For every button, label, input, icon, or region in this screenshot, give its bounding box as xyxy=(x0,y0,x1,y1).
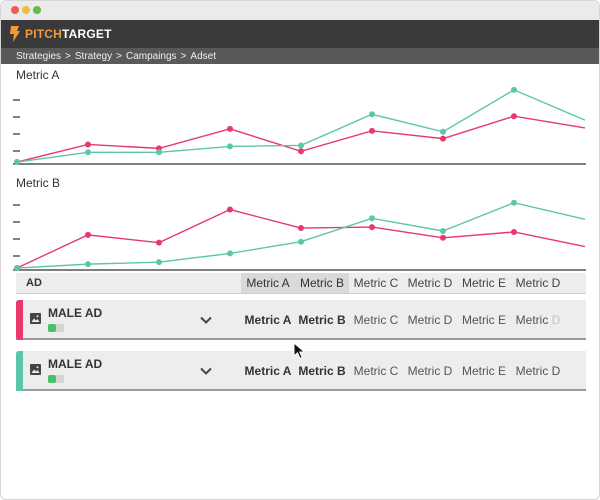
breadcrumb-separator: > xyxy=(65,50,71,62)
data-point[interactable] xyxy=(511,113,517,120)
breadcrumb-strategies[interactable]: Strategies xyxy=(16,51,61,62)
data-point[interactable] xyxy=(511,199,517,206)
chevron-down-icon[interactable] xyxy=(199,364,213,378)
data-point[interactable] xyxy=(298,225,304,232)
pitchtarget-logo-icon xyxy=(10,26,20,42)
logo-prefix: PITCH xyxy=(25,27,62,41)
data-point[interactable] xyxy=(156,259,162,266)
series-line-1 xyxy=(16,115,586,163)
breadcrumb-strategy[interactable]: Strategy xyxy=(75,51,112,62)
ad-active-toggle[interactable] xyxy=(48,375,64,383)
data-point[interactable] xyxy=(156,149,162,156)
close-window-button[interactable] xyxy=(11,6,19,14)
ad-row[interactable]: MALE AD Metric A Metric B Metric C Metri… xyxy=(16,300,586,340)
data-point[interactable] xyxy=(85,149,91,156)
ad-metric-d: Metric D xyxy=(407,364,453,378)
ad-metric-e: Metric E xyxy=(461,313,506,327)
data-point[interactable] xyxy=(369,127,375,134)
data-point[interactable] xyxy=(440,234,446,241)
data-point[interactable] xyxy=(369,215,375,222)
ad-metric-d-2-prefix: Metric xyxy=(515,313,552,327)
data-point[interactable] xyxy=(440,135,446,142)
series-line-2 xyxy=(16,201,586,269)
data-point[interactable] xyxy=(85,231,91,238)
data-point[interactable] xyxy=(369,111,375,118)
column-header-metric-b[interactable]: Metric B xyxy=(295,273,349,293)
ad-metric-d-2: Metric D xyxy=(511,313,565,327)
metric-a-chart-title: Metric A xyxy=(16,68,60,82)
data-point[interactable] xyxy=(298,142,304,149)
ad-metric-b: Metric B xyxy=(298,313,346,327)
pitchtarget-logo[interactable]: PITCHTARGET xyxy=(9,23,112,45)
toggle-knob xyxy=(48,375,56,383)
column-header-metric-a[interactable]: Metric A xyxy=(241,273,295,293)
ad-metric-c: Metric C xyxy=(353,364,399,378)
ad-metric-a: Metric A xyxy=(244,313,292,327)
data-point[interactable] xyxy=(85,261,91,268)
metric-a-line-chart xyxy=(13,86,586,166)
metric-b-line-chart xyxy=(13,199,586,272)
data-point[interactable] xyxy=(14,159,20,166)
breadcrumb-campaings[interactable]: Campaings xyxy=(126,51,177,62)
minimize-window-button[interactable] xyxy=(22,6,30,14)
ad-metric-e: Metric E xyxy=(461,364,506,378)
app-header: PITCHTARGET xyxy=(1,20,599,48)
ad-metric-a: Metric A xyxy=(244,364,292,378)
app-window: PITCHTARGET Strategies > Strategy > Camp… xyxy=(0,0,600,500)
breadcrumb-separator: > xyxy=(180,50,187,62)
ad-active-toggle[interactable] xyxy=(48,324,64,332)
data-point[interactable] xyxy=(298,148,304,155)
mouse-cursor-icon xyxy=(293,342,306,360)
column-header-metric-e[interactable]: Metric E xyxy=(457,273,511,293)
data-point[interactable] xyxy=(14,265,20,272)
ad-name[interactable]: MALE AD xyxy=(48,357,102,371)
ad-name[interactable]: MALE AD xyxy=(48,306,102,320)
breadcrumb: Strategies > Strategy > Campaings > Adse… xyxy=(1,48,599,64)
data-point[interactable] xyxy=(440,227,446,234)
breadcrumb-separator: > xyxy=(116,50,122,62)
zoom-window-button[interactable] xyxy=(33,6,41,14)
image-icon xyxy=(30,313,41,324)
ad-metric-d-2-faded: D xyxy=(551,313,561,327)
ad-metric-c: Metric C xyxy=(353,313,399,327)
data-point[interactable] xyxy=(85,141,91,148)
window-titlebar xyxy=(1,1,599,20)
ad-metric-d-2: Metric D xyxy=(515,364,561,378)
data-point[interactable] xyxy=(227,206,233,213)
data-point[interactable] xyxy=(369,224,375,231)
data-point[interactable] xyxy=(156,239,162,246)
data-point[interactable] xyxy=(511,86,517,93)
ad-metric-b: Metric B xyxy=(298,364,346,378)
data-point[interactable] xyxy=(511,228,517,235)
breadcrumb-adset[interactable]: Adset xyxy=(190,51,216,62)
column-header-metric-d-2[interactable]: Metric D xyxy=(511,273,565,293)
data-point[interactable] xyxy=(227,250,233,257)
ad-status-stripe xyxy=(16,351,23,391)
ad-column-header[interactable]: AD xyxy=(26,277,42,289)
ad-metric-d: Metric D xyxy=(407,313,453,327)
logo-text: PITCHTARGET xyxy=(25,27,112,41)
ad-table-header: AD Metric A Metric B Metric C Metric D M… xyxy=(16,273,586,294)
data-point[interactable] xyxy=(298,238,304,245)
toggle-knob xyxy=(48,324,56,332)
logo-suffix: TARGET xyxy=(62,27,112,41)
column-header-metric-c[interactable]: Metric C xyxy=(349,273,403,293)
data-point[interactable] xyxy=(227,143,233,150)
column-header-metric-d[interactable]: Metric D xyxy=(403,273,457,293)
metric-b-chart-title: Metric B xyxy=(16,176,61,190)
ad-status-stripe xyxy=(16,300,23,340)
data-point[interactable] xyxy=(227,125,233,132)
data-point[interactable] xyxy=(440,128,446,135)
chevron-down-icon[interactable] xyxy=(199,313,213,327)
image-icon xyxy=(30,364,41,375)
